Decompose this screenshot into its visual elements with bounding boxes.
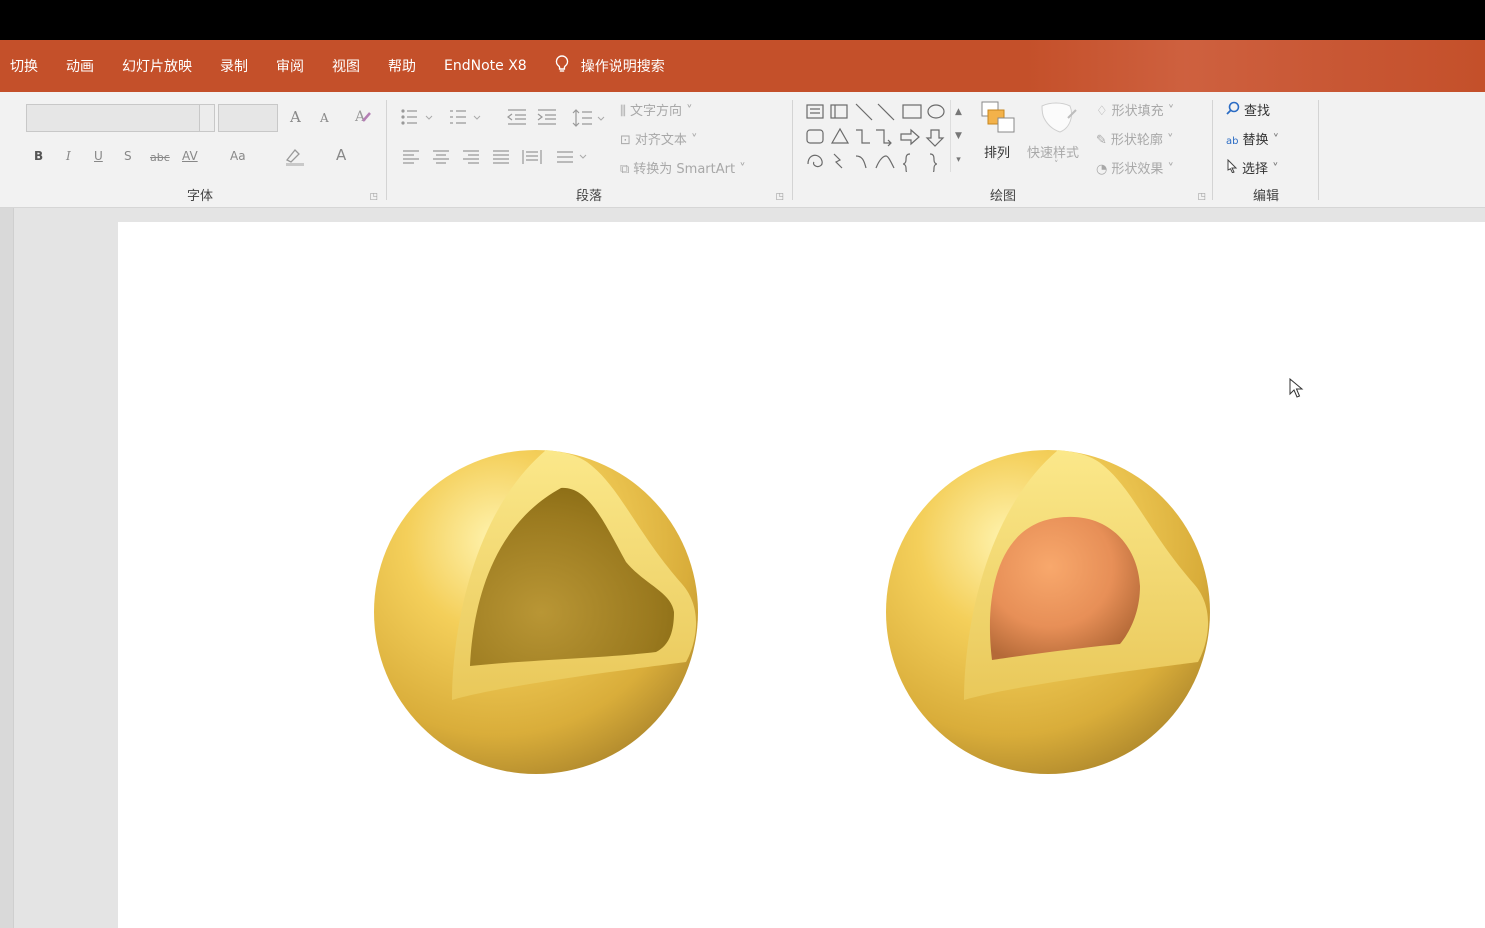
paragraph-group: ⫼ 文字方向 ˅ ⊡ 对齐文本 ˅ ⧉ 转换为 SmartArt ˅ 段落 ◳ (388, 92, 790, 208)
tab-animations[interactable]: 动画 (66, 56, 94, 76)
bold-button[interactable]: B (34, 149, 43, 163)
font-group-label: 字体 (186, 189, 213, 204)
ribbon: A A A B I U S abc AV Aa A 字体 ◳ ⫼ 文字方向 ˅ … (0, 92, 1485, 208)
tab-record[interactable]: 录制 (220, 56, 248, 76)
align-text-icon: ⊡ (620, 133, 631, 148)
paint-bucket-icon: ♢ (1096, 104, 1108, 119)
find-button[interactable]: 查找 (1226, 100, 1270, 119)
strikethrough-button[interactable]: abc (150, 151, 170, 164)
tab-review[interactable]: 审阅 (276, 56, 304, 76)
quick-styles-button[interactable]: 快速样式 (1027, 142, 1079, 161)
font-size-box[interactable] (218, 104, 278, 132)
pen-icon: ✎ (1096, 133, 1107, 148)
replace-button[interactable]: ab 替换 ˅ (1226, 129, 1279, 148)
smartart-icon: ⧉ (620, 162, 630, 177)
tab-slideshow[interactable]: 幻灯片放映 (122, 56, 192, 76)
align-center-icon[interactable] (432, 150, 450, 168)
change-case-button[interactable]: Aa (230, 149, 246, 163)
increase-indent-icon[interactable] (536, 108, 558, 130)
text-direction-icon: ⫼ (620, 104, 626, 119)
clear-format-icon[interactable]: A (354, 106, 374, 130)
arrow-pointer-icon (1226, 158, 1238, 177)
paragraph-dialog-launcher-icon[interactable]: ◳ (775, 192, 784, 202)
quick-styles-icon[interactable] (1038, 100, 1078, 140)
mouse-cursor-icon (1289, 378, 1304, 398)
tab-transitions[interactable]: 切换 (10, 56, 38, 76)
paragraph-group-label: 段落 (575, 189, 602, 204)
arrange-icon[interactable] (980, 100, 1016, 140)
magnifier-icon (1226, 101, 1240, 119)
shapes-gallery-icons[interactable] (804, 100, 950, 175)
shrink-font-button[interactable]: A (320, 111, 329, 125)
grow-font-button[interactable]: A (290, 108, 301, 126)
effects-icon: ◔ (1096, 162, 1108, 177)
shape-effects-button[interactable]: ◔ 形状效果 ˅ (1096, 158, 1174, 177)
gallery-down-icon[interactable]: ▼ (951, 124, 966, 148)
arrange-dropdown-icon[interactable]: ˅ (996, 158, 1001, 168)
hollow-shell-sphere[interactable] (356, 434, 716, 794)
shape-outline-button[interactable]: ✎ 形状轮廓 ˅ (1096, 129, 1174, 148)
gallery-more-icon[interactable]: ▾ (951, 148, 966, 172)
replace-icon: ab (1226, 136, 1239, 147)
convert-smartart-button[interactable]: ⧉ 转换为 SmartArt ˅ (620, 158, 746, 177)
italic-button[interactable]: I (66, 149, 71, 163)
svg-text:A: A (354, 109, 366, 125)
line-spacing-icon[interactable] (572, 108, 606, 132)
tab-help[interactable]: 帮助 (388, 56, 416, 76)
lightbulb-icon[interactable] (555, 54, 569, 78)
justify-icon[interactable] (492, 150, 510, 168)
underline-button[interactable]: U (94, 149, 103, 163)
columns-icon[interactable] (556, 150, 590, 168)
text-direction-button[interactable]: ⫼ 文字方向 ˅ (620, 100, 693, 119)
highlight-icon[interactable] (284, 146, 306, 170)
decrease-indent-icon[interactable] (506, 108, 528, 130)
quick-styles-dropdown-icon[interactable]: ˅ (1054, 160, 1059, 170)
gallery-up-icon[interactable]: ▲ (951, 100, 966, 124)
menu-decoration (1025, 40, 1485, 92)
numbering-icon[interactable] (448, 108, 482, 130)
shadow-button[interactable]: S (124, 149, 132, 163)
workspace (0, 208, 1485, 928)
align-left-icon[interactable] (402, 150, 420, 168)
select-button[interactable]: 选择 ˅ (1226, 158, 1279, 177)
font-group: A A A B I U S abc AV Aa A 字体 ◳ (16, 92, 384, 208)
distribute-icon[interactable] (522, 148, 542, 170)
align-text-button[interactable]: ⊡ 对齐文本 ˅ (620, 129, 698, 148)
shape-fill-button[interactable]: ♢ 形状填充 ˅ (1096, 100, 1174, 119)
thumbnail-pane[interactable] (0, 208, 14, 928)
editing-group: 查找 ab 替换 ˅ 选择 ˅ 编辑 (1214, 92, 1318, 208)
tab-view[interactable]: 视图 (332, 56, 360, 76)
bullets-icon[interactable] (400, 108, 434, 130)
char-spacing-button[interactable]: AV (182, 149, 198, 163)
slide-canvas[interactable] (118, 222, 1485, 928)
tab-endnote[interactable]: EndNote X8 (444, 58, 527, 74)
font-color-button[interactable]: A (336, 146, 346, 164)
font-name-box[interactable] (26, 104, 214, 132)
drawing-dialog-launcher-icon[interactable]: ◳ (1197, 192, 1206, 202)
title-strip (0, 0, 1485, 40)
search-tell-me[interactable]: 操作说明搜索 (581, 56, 665, 76)
drawing-group-label: 绘图 (989, 189, 1016, 204)
font-dialog-launcher-icon[interactable]: ◳ (369, 192, 378, 202)
menu-bar: 切换 动画 幻灯片放映 录制 审阅 视图 帮助 EndNote X8 操作说明搜… (0, 40, 1485, 92)
font-name-dropdown[interactable] (199, 104, 215, 132)
shapes-gallery[interactable] (804, 100, 964, 175)
shell-with-core-sphere[interactable] (868, 434, 1228, 794)
editing-group-label: 编辑 (1252, 189, 1279, 204)
gallery-scroll[interactable]: ▲ ▼ ▾ (950, 100, 966, 172)
align-right-icon[interactable] (462, 150, 480, 168)
